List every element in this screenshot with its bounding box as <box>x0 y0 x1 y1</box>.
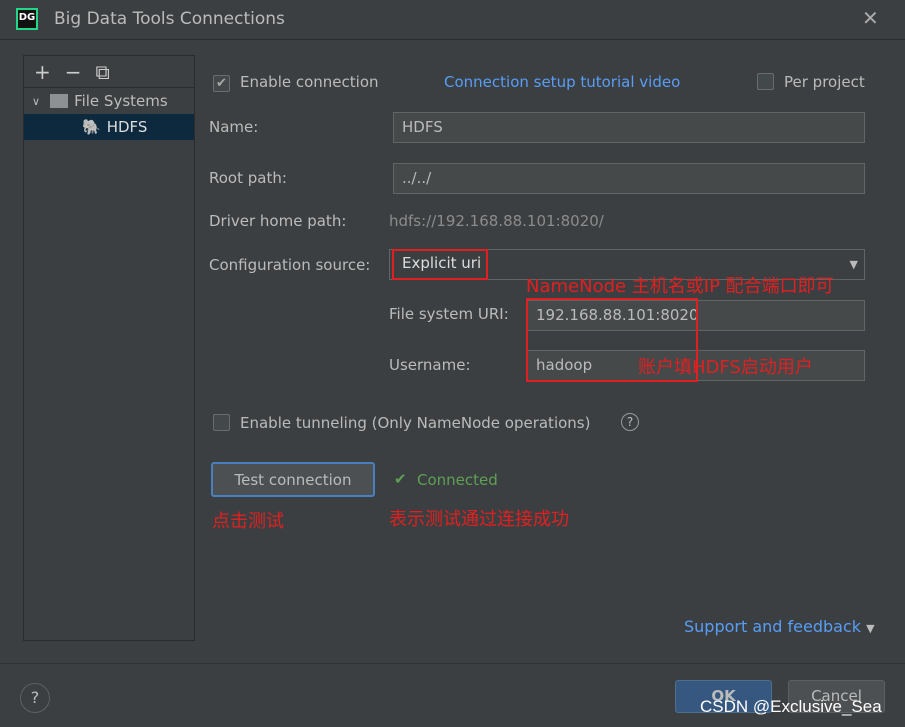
dropdown-arrow-icon: ▼ <box>866 622 875 635</box>
sidebar-toolbar: + − ⧉ <box>24 56 194 88</box>
tree-item-label: HDFS <box>106 118 148 136</box>
checkmark-icon: ✔ <box>213 75 230 92</box>
uri-label: File system URI: <box>389 305 509 323</box>
sidebar: + − ⧉ ∨ File Systems 🐘 HDFS <box>23 55 195 641</box>
support-label: Support and feedback <box>684 617 862 636</box>
support-feedback-link[interactable]: Support and feedback ▼ <box>684 617 875 636</box>
root-path-input[interactable]: ../../ <box>393 163 865 194</box>
driver-home-label: Driver home path: <box>209 212 347 230</box>
tutorial-link[interactable]: Connection setup tutorial video <box>444 73 680 91</box>
config-source-value: Explicit uri <box>392 249 488 280</box>
footer-divider <box>0 663 905 664</box>
tunneling-checkbox[interactable] <box>213 414 230 435</box>
chevron-down-icon: ∨ <box>32 94 41 108</box>
connection-status: Connected <box>417 471 498 489</box>
per-project-label: Per project <box>784 73 865 91</box>
name-input[interactable]: HDFS <box>393 112 865 143</box>
config-source-label: Configuration source: <box>209 256 371 274</box>
hadoop-elephant-icon: 🐘 <box>82 118 101 136</box>
help-icon[interactable]: ? <box>621 413 639 431</box>
driver-home-value: hdfs://192.168.88.101:8020/ <box>389 212 604 230</box>
uri-annotation: NameNode 主机名或IP 配合端口即可 <box>526 276 834 297</box>
name-label: Name: <box>209 118 259 136</box>
username-annotation: 账户填HDFS启动用户 <box>638 357 813 378</box>
check-icon: ✔ <box>394 470 407 488</box>
enable-connection-label: Enable connection <box>240 73 379 91</box>
app-logo: DG <box>16 8 38 30</box>
help-button[interactable]: ? <box>20 683 50 713</box>
copy-icon[interactable]: ⧉ <box>96 60 110 84</box>
per-project-checkbox[interactable] <box>757 73 774 94</box>
enable-connection-checkbox[interactable]: ✔ <box>213 73 230 92</box>
close-icon[interactable]: ✕ <box>862 6 879 30</box>
username-label: Username: <box>389 356 471 374</box>
remove-icon[interactable]: − <box>65 60 82 84</box>
status-annotation: 表示测试通过连接成功 <box>389 509 569 530</box>
root-path-label: Root path: <box>209 169 287 187</box>
test-annotation: 点击测试 <box>212 511 284 532</box>
window-title: Big Data Tools Connections <box>54 9 285 29</box>
tree-group-label: File Systems <box>74 92 168 110</box>
tree-group-file-systems[interactable]: ∨ File Systems <box>24 88 194 114</box>
tunneling-label: Enable tunneling (Only NameNode operatio… <box>240 414 591 432</box>
tree-item-hdfs[interactable]: 🐘 HDFS <box>24 114 194 140</box>
test-connection-button[interactable]: Test connection <box>211 462 375 497</box>
folder-icon <box>50 94 69 108</box>
watermark: CSDN @Exclusive_Sea <box>700 697 882 716</box>
dropdown-arrow-icon: ▼ <box>849 258 858 271</box>
add-icon[interactable]: + <box>34 60 51 84</box>
